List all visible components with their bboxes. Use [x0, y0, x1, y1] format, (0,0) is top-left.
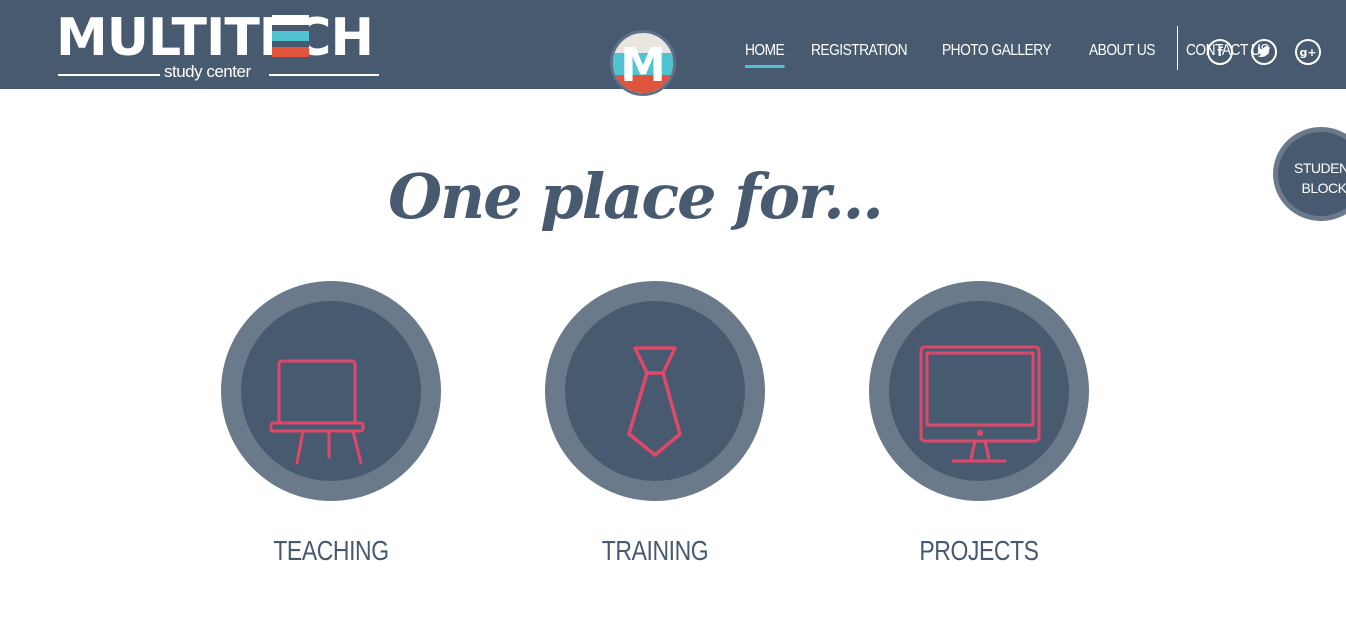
- logo-wordmark: MULTITECH: [56, 8, 374, 68]
- facebook-glyph: f: [1217, 45, 1223, 59]
- whiteboard-easel-icon: [269, 359, 365, 465]
- feature-teaching[interactable]: TEACHING: [221, 281, 441, 566]
- feature-ring: [545, 281, 765, 501]
- nav-divider: [1177, 26, 1178, 70]
- feature-label: TEACHING: [273, 535, 389, 566]
- logo-underline-left: [58, 74, 160, 76]
- nav-registration[interactable]: REGISTRATION: [811, 40, 908, 64]
- logo-striped-e: [272, 15, 309, 58]
- m-badge-logo[interactable]: M: [610, 30, 676, 96]
- student-block-label: STUDENT BLOCK: [1294, 160, 1346, 196]
- facebook-icon[interactable]: f: [1207, 39, 1233, 65]
- logo-tagline: study center: [164, 62, 251, 81]
- feature-ring: [869, 281, 1089, 501]
- student-block-button[interactable]: STUDENT BLOCK: [1273, 127, 1346, 221]
- feature-label: PROJECTS: [919, 535, 1039, 566]
- feature-label: TRAINING: [601, 535, 709, 566]
- twitter-icon[interactable]: [1251, 39, 1277, 65]
- feature-ring: [221, 281, 441, 501]
- feature-projects[interactable]: PROJECTS: [869, 281, 1089, 566]
- necktie-icon: [627, 346, 682, 457]
- google-plus-glyph: g+: [1299, 45, 1317, 59]
- monitor-icon: [919, 345, 1041, 463]
- badge-letter: M: [620, 38, 666, 92]
- google-plus-icon[interactable]: g+: [1295, 39, 1321, 65]
- tagline-heading: One place for...: [388, 160, 884, 233]
- site-header: MULTITECH study center M HOME REGISTRATI…: [0, 0, 1346, 96]
- site-logo[interactable]: MULTITECH study center: [56, 12, 382, 84]
- feature-training[interactable]: TRAINING: [545, 281, 765, 566]
- nav-home[interactable]: HOME: [745, 40, 785, 68]
- nav-photo-gallery[interactable]: PHOTO GALLERY: [942, 40, 1052, 64]
- twitter-bird-glyph: [1257, 46, 1271, 57]
- logo-underline-right: [269, 74, 379, 76]
- nav-about-us[interactable]: ABOUT US: [1089, 40, 1155, 64]
- main-nav: HOME REGISTRATION PHOTO GALLERY ABOUT US…: [745, 40, 1282, 68]
